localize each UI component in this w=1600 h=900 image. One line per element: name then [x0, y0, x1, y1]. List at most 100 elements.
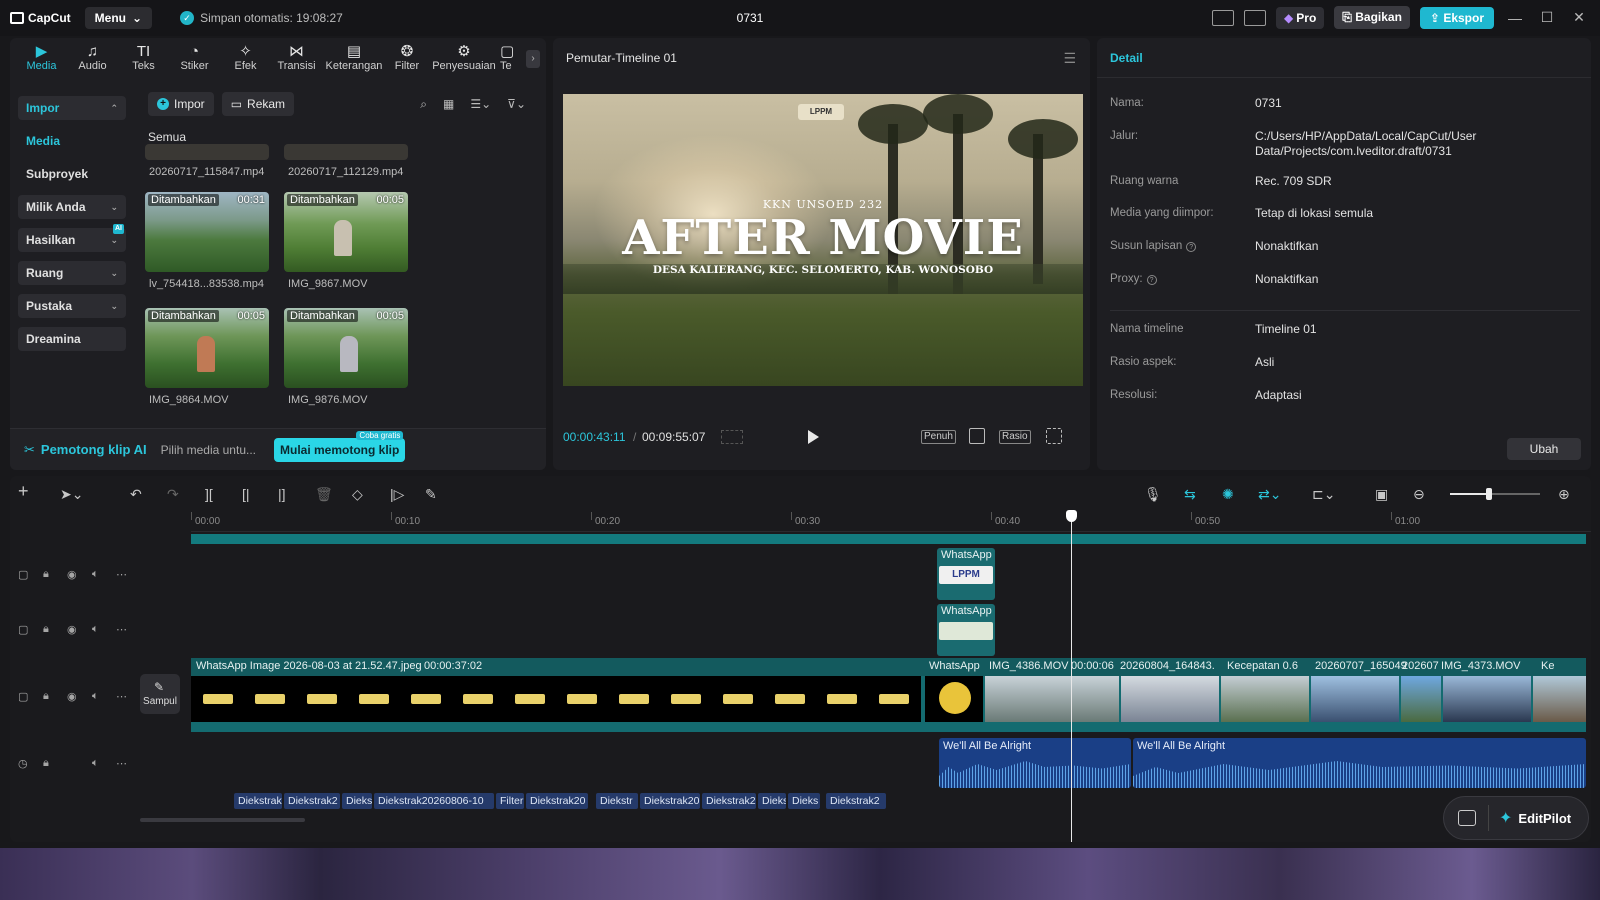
lock-icon[interactable]: 🔒︎ — [43, 568, 49, 581]
extracted-audio-clip[interactable]: Diekstr — [596, 793, 638, 809]
extracted-audio-clip[interactable]: Diekstrak2 — [284, 793, 340, 809]
tab-adjust[interactable]: ⚙ Penyesuaian — [428, 38, 500, 80]
auto-snap-icon[interactable]: ✺ — [1222, 486, 1234, 502]
sort-icon[interactable]: ☰⌄ — [470, 97, 491, 112]
volume-icon[interactable]: 🔈︎ — [92, 757, 99, 770]
sidebar-item-hasilkan[interactable]: Hasilkan AI ⌄ — [18, 224, 126, 252]
cover-button[interactable]: ✎ Sampul — [140, 674, 180, 714]
tab-transition[interactable]: ⋈ Transisi — [271, 38, 322, 80]
freeze-icon[interactable]: |▷ — [390, 486, 404, 502]
extracted-audio-clip[interactable]: Diekstrak — [234, 793, 282, 809]
volume-icon[interactable]: 🔈︎ — [92, 568, 99, 581]
edit-button[interactable]: Ubah — [1507, 438, 1581, 460]
lock-icon[interactable]: 🔒︎ — [43, 690, 49, 703]
sidebar-item-impor[interactable]: Impor ⌃ — [18, 96, 126, 120]
preview-axis-icon[interactable]: ⊏⌄ — [1312, 486, 1335, 502]
more-icon[interactable]: ⋯ — [116, 623, 127, 636]
volume-icon[interactable]: 🔈︎ — [92, 690, 99, 703]
timeline-scrollbar[interactable] — [140, 818, 305, 822]
main-video-track[interactable]: WhatsApp Image 2026-08-03 at 21.52.47.jp… — [191, 658, 1586, 732]
split-right-icon[interactable]: |] — [278, 486, 286, 502]
zoom-out-icon[interactable]: ⊖ — [1413, 486, 1425, 502]
extracted-audio-clip[interactable]: Diekstrak20 — [526, 793, 588, 809]
search-icon[interactable]: ⌕ — [420, 97, 427, 112]
zoom-slider-handle[interactable] — [1486, 488, 1492, 500]
help-icon[interactable]: ? — [1146, 275, 1157, 285]
sidebar-item-pustaka[interactable]: Pustaka ⌄ — [18, 294, 126, 318]
chevron-right-icon[interactable]: › — [526, 50, 540, 68]
more-icon[interactable]: ⋯ — [116, 757, 127, 770]
lock-icon[interactable]: 🔒︎ — [43, 757, 49, 770]
filter-clip[interactable]: Filter — [496, 793, 524, 809]
pro-button[interactable]: ◆ Pro — [1276, 6, 1325, 29]
tab-template[interactable]: ▢ Te — [500, 38, 520, 80]
extracted-audio-clip[interactable]: Diekstrak20260806-10 — [374, 793, 494, 809]
magic-edit-icon[interactable]: ✎ — [425, 486, 437, 502]
tab-caption[interactable]: ▤ Keterangan — [322, 38, 386, 80]
eye-icon[interactable]: ◉ — [67, 568, 77, 581]
split-left-icon[interactable]: [| — [242, 486, 250, 502]
media-item[interactable]: Ditambahkan 00:05 IMG_9864.MOV — [145, 308, 269, 406]
maximize-icon[interactable]: ☐ — [1536, 9, 1558, 26]
media-item[interactable]: 20260717_115847.mp4 — [145, 144, 269, 178]
playhead-handle[interactable] — [1066, 510, 1077, 522]
screenshot-icon[interactable] — [969, 428, 985, 444]
more-icon[interactable]: ⋯ — [116, 690, 127, 703]
media-item[interactable]: 20260717_112129.mp4 — [284, 144, 408, 178]
sidebar-item-dreamina[interactable]: Dreamina — [18, 327, 126, 351]
layout-icon[interactable] — [1212, 9, 1235, 26]
media-item[interactable]: Ditambahkan 00:31 lv_754418...83538.mp4 — [145, 192, 269, 290]
tab-text[interactable]: TI Teks — [118, 38, 169, 80]
volume-icon[interactable]: 🔈︎ — [92, 623, 99, 636]
ratio-button[interactable]: Rasio — [999, 430, 1031, 444]
video-preview[interactable]: LPPM KKN UNSOED 232 AFTER MOVIE DESA KAL… — [563, 94, 1083, 386]
magnet-icon[interactable]: ⇆ — [1184, 486, 1196, 502]
close-icon[interactable]: ✕ — [1568, 9, 1590, 26]
audio-clip[interactable]: We'll All Be Alright — [1133, 738, 1586, 788]
start-cut-button[interactable]: Mulai memotong klip Coba gratis — [274, 430, 406, 462]
filter-funnel-icon[interactable]: ⊽⌄ — [507, 97, 526, 112]
extracted-audio-clip[interactable]: Dieks — [342, 793, 372, 809]
ai-clip-cutter-title[interactable]: ✂ Pemotong klip AI — [24, 442, 147, 458]
zoom-in-icon[interactable]: ⊕ — [1558, 486, 1570, 502]
extracted-audio-clip[interactable]: Dieks — [788, 793, 820, 809]
extracted-audio-clip[interactable]: Diekstrak2 — [702, 793, 756, 809]
timeline-ruler[interactable]: 00:00 00:10 00:20 00:30 00:40 00:50 01:0… — [191, 512, 1591, 532]
menu-button[interactable]: Menu ⌄ — [84, 7, 153, 29]
audio-clip[interactable]: We'll All Be Alright — [939, 738, 1131, 788]
marker-icon[interactable]: ◇ — [352, 486, 363, 502]
tab-filter[interactable]: ❂ Filter — [386, 38, 428, 80]
share-button[interactable]: ⎘ Bagikan — [1334, 6, 1410, 29]
full-quality-button[interactable]: Penuh — [921, 430, 956, 444]
play-icon[interactable] — [808, 430, 819, 444]
extracted-audio-clip[interactable]: Diekstrak2 — [826, 793, 886, 809]
fullscreen-icon[interactable] — [1046, 428, 1062, 444]
undo-icon[interactable]: ↶ — [130, 486, 142, 502]
tab-effect[interactable]: ✧ Efek — [220, 38, 271, 80]
grid-view-icon[interactable]: ▦ — [443, 97, 454, 112]
sidebar-item-media[interactable]: Media — [18, 129, 126, 153]
sidebar-item-subproyek[interactable]: Subproyek — [18, 162, 126, 186]
media-item[interactable]: Ditambahkan 00:05 IMG_9876.MOV — [284, 308, 408, 406]
frame-grid-icon[interactable] — [721, 430, 743, 444]
extracted-audio-clip[interactable]: Diekstrak20 — [640, 793, 700, 809]
tab-sticker[interactable]: ◔ Stiker — [169, 38, 220, 80]
add-track-icon[interactable]: + — [18, 482, 29, 500]
tab-media[interactable]: ▶ Media — [16, 38, 67, 80]
caption-sync-icon[interactable]: ▣ — [1375, 486, 1388, 502]
redo-icon[interactable]: ↷ — [167, 486, 179, 502]
editpilot-widget[interactable]: ✦ EditPilot — [1443, 796, 1589, 840]
split-icon[interactable]: ][ — [205, 486, 213, 502]
sidebar-item-milik-anda[interactable]: Milik Anda ⌄ — [18, 195, 126, 219]
link-icon[interactable]: ⇄⌄ — [1258, 486, 1281, 502]
filter-all-label[interactable]: Semua — [148, 130, 186, 144]
eye-icon[interactable]: ◉ — [67, 690, 77, 703]
feedback-icon[interactable] — [1458, 810, 1476, 826]
lock-icon[interactable]: 🔒︎ — [43, 623, 49, 636]
select-tool-icon[interactable]: ➤⌄ — [60, 486, 83, 502]
keyboard-icon[interactable] — [1244, 9, 1267, 26]
zoom-slider[interactable] — [1450, 488, 1540, 500]
hamburger-menu-icon[interactable]: ☰ — [1063, 50, 1076, 67]
help-icon[interactable]: ? — [1186, 242, 1197, 252]
export-button[interactable]: ⇪ Ekspor — [1419, 6, 1494, 29]
